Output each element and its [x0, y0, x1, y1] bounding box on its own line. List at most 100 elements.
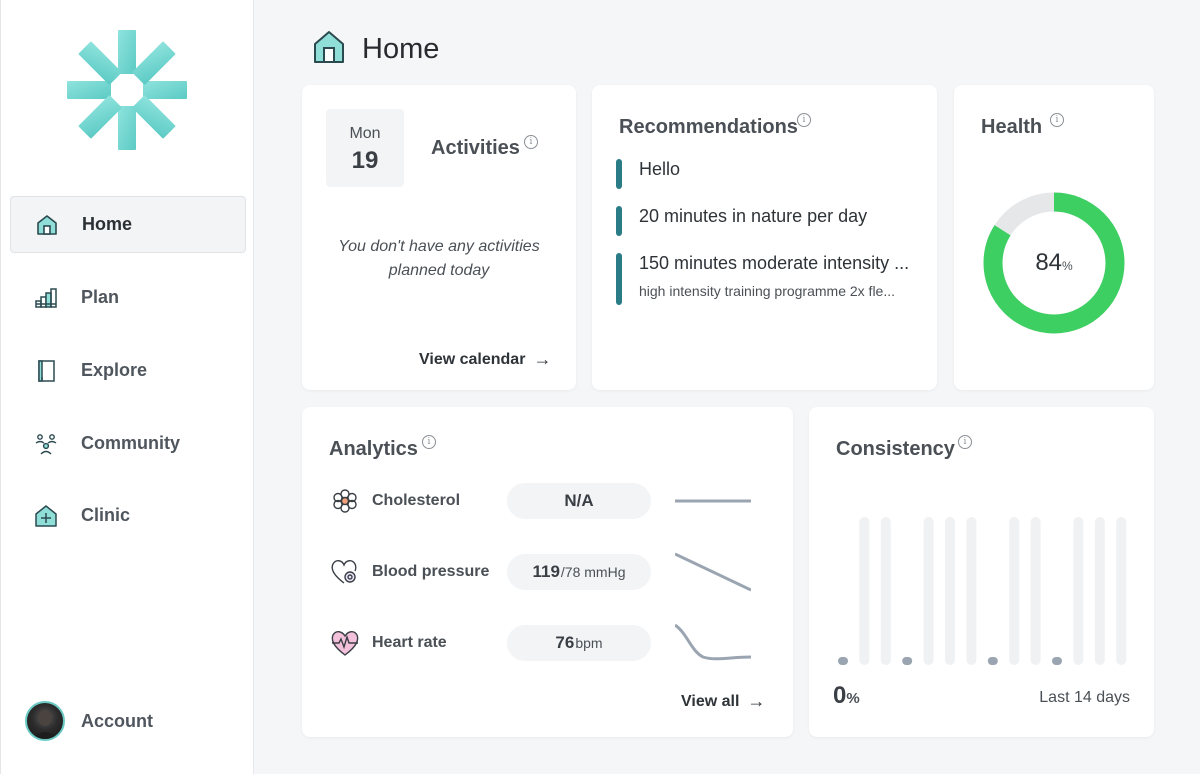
activities-title: Activities [431, 137, 520, 159]
metric-value: 76 [555, 633, 575, 652]
consistency-day-bar [966, 517, 977, 665]
empty-line: You don't have any activities [338, 238, 540, 255]
nav-label: Home [82, 214, 133, 234]
date-badge: Mon 19 [326, 109, 404, 187]
health-title: Health [981, 116, 1043, 138]
metric-unit: /78 mmHg [560, 564, 626, 580]
info-icon[interactable]: i [797, 113, 811, 127]
consistency-title: Consistency [836, 438, 955, 460]
metric-name: Cholesterol [372, 492, 461, 509]
nav-label: Community [81, 433, 180, 453]
info-icon[interactable]: i [422, 435, 436, 449]
metric-unit: bpm [575, 635, 603, 651]
view-calendar-link[interactable]: View calendar → [419, 349, 551, 370]
metric-value-pill: 76 bpm [507, 625, 651, 661]
metric-row-blood-pressure[interactable]: Blood pressure 119/78 mmHg [330, 552, 770, 592]
nav-item-explore[interactable]: Explore [10, 342, 246, 399]
consistency-day-marker [1052, 657, 1062, 665]
metric-name: Heart rate [372, 634, 447, 651]
home-icon [33, 211, 61, 239]
account-label: Account [81, 710, 153, 731]
metric-value-pill: N/A [507, 483, 651, 519]
metric-value: 119 [532, 562, 560, 581]
consistency-day-marker [838, 657, 848, 665]
recommendation-bar [616, 253, 622, 305]
consistency-day-marker [987, 657, 998, 665]
consistency-day-bar [923, 517, 934, 665]
sparkline-down [675, 552, 751, 592]
sparkline-drop [675, 623, 751, 661]
recommendations-title: Recommendations [619, 116, 798, 138]
info-icon[interactable]: i [958, 435, 972, 449]
analytics-title: Analytics [329, 438, 418, 460]
brand-logo-icon [67, 30, 187, 150]
metric-value-pill: 119/78 mmHg [507, 554, 651, 590]
recommendation-bar [616, 206, 622, 236]
consistency-card: Consistency i 0% Last 14 days [809, 407, 1154, 737]
link-label: View all [681, 692, 740, 710]
analytics-card: Analytics i Cholesterol N/A Blood pressu… [302, 407, 793, 737]
nav-item-plan[interactable]: Plan [10, 269, 246, 326]
consistency-number: 0 [833, 682, 847, 709]
empty-activities-message: You don't have any activities planned to… [302, 235, 576, 283]
health-unit: % [1062, 259, 1073, 273]
consistency-day-bar [945, 517, 955, 665]
consistency-unit: % [846, 690, 860, 707]
metric-row-heart-rate[interactable]: Heart rate 76 bpm [330, 623, 770, 663]
metric-row-cholesterol[interactable]: Cholesterol N/A [330, 481, 770, 521]
arrow-right-icon: → [747, 691, 766, 711]
sparkline-flat [675, 499, 751, 503]
recommendation-text: 150 minutes moderate intensity ... [639, 253, 910, 273]
recommendation-text: Hello [639, 159, 681, 179]
info-icon[interactable]: i [524, 135, 538, 149]
consistency-bar-chart [838, 517, 1127, 665]
consistency-period: Last 14 days [1039, 689, 1130, 706]
clinic-icon [32, 502, 60, 530]
recommendations-card: Recommendations i Hello 20 minutes in na… [592, 85, 937, 390]
consistency-day-bar [1073, 517, 1084, 665]
nav-item-home[interactable]: Home [10, 196, 246, 253]
health-number: 84 [1035, 249, 1063, 276]
recommendation-bar [616, 159, 622, 189]
recommendation-subtext: high intensity training programme 2x fle… [639, 283, 896, 299]
consistency-value: 0% [833, 682, 860, 710]
recommendation-item[interactable]: Hello [616, 159, 680, 189]
nav-label: Explore [81, 360, 148, 380]
link-label: View calendar [419, 350, 526, 368]
home-icon [313, 30, 345, 69]
explore-icon [32, 357, 60, 385]
nav-item-community[interactable]: Community [10, 415, 246, 472]
page-title: Home [362, 33, 440, 65]
consistency-day-marker [902, 657, 913, 665]
community-icon [32, 430, 60, 458]
plan-icon [32, 284, 60, 312]
avatar [25, 701, 65, 741]
day-of-month: 19 [351, 147, 379, 174]
nav-label: Clinic [81, 505, 131, 525]
consistency-day-bar [1009, 517, 1020, 665]
arrow-right-icon: → [533, 349, 552, 369]
sidebar: Home Plan Explore Community Clinic Accou… [0, 0, 254, 774]
metric-name: Blood pressure [372, 563, 490, 580]
metric-value: N/A [564, 491, 594, 510]
recommendation-item[interactable]: 20 minutes in nature per day [616, 206, 867, 236]
health-card: Health i 84% [954, 85, 1154, 390]
account-button[interactable]: Account [25, 701, 153, 741]
heart-pulse-icon [330, 557, 360, 587]
health-value: 84% [981, 190, 1127, 336]
recommendation-text: 20 minutes in nature per day [639, 206, 868, 226]
info-icon[interactable]: i [1050, 113, 1064, 127]
nav-item-clinic[interactable]: Clinic [10, 487, 246, 544]
nav-label: Plan [81, 287, 120, 307]
consistency-day-bar [1116, 517, 1127, 665]
activities-card: Mon 19 Activities i You don't have any a… [302, 85, 576, 390]
consistency-day-bar [880, 517, 891, 665]
consistency-day-bar [1094, 517, 1105, 665]
page-header: Home [313, 30, 439, 69]
view-all-link[interactable]: View all → [681, 691, 765, 712]
heartbeat-icon [330, 628, 360, 658]
recommendation-item[interactable]: 150 minutes moderate intensity ... high … [616, 253, 909, 305]
empty-line: planned today [388, 262, 490, 279]
day-of-week: Mon [349, 125, 381, 142]
consistency-day-bar [859, 517, 870, 665]
